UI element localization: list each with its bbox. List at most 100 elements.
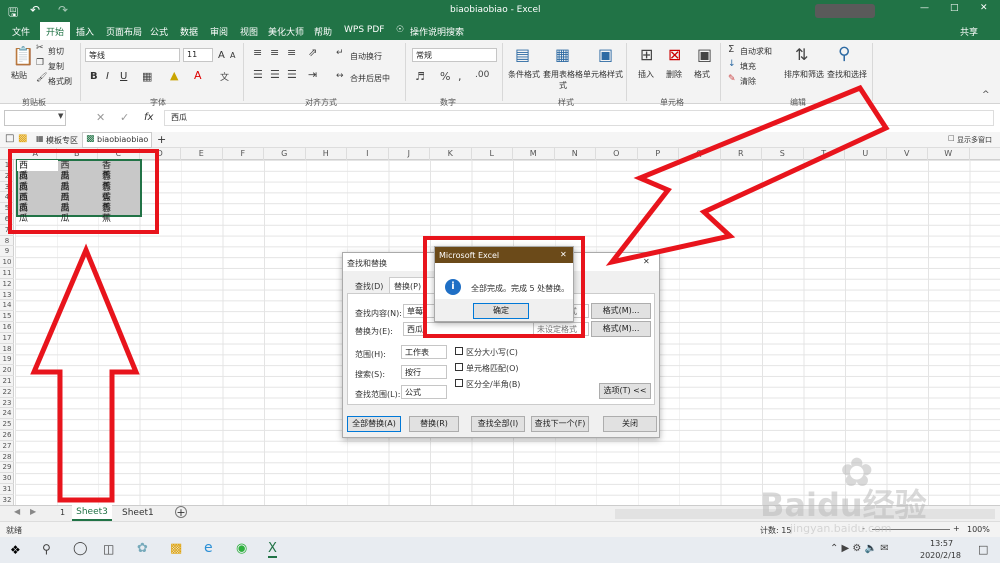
currency-icon[interactable]: ♬ [415, 70, 425, 83]
tab-replace[interactable]: 替换(P) [389, 277, 435, 293]
excel-taskbar-icon[interactable]: X [268, 541, 277, 558]
pinned-app-icon[interactable]: ✿ [137, 541, 148, 556]
comma-icon[interactable]: , [458, 70, 462, 83]
clock-date[interactable]: 2020/2/18 [920, 551, 961, 560]
fill-icon[interactable]: ↓ [728, 59, 736, 69]
cell-B2[interactable]: 西瓜 [59, 172, 70, 192]
match-case-checkbox[interactable] [455, 347, 463, 355]
number-format-select[interactable]: 常规 [412, 48, 497, 62]
user-avatar[interactable] [815, 4, 875, 18]
name-box-dropdown-icon[interactable]: ▼ [58, 112, 63, 120]
row-header-18[interactable]: 18 [0, 344, 14, 355]
row-header-30[interactable]: 30 [0, 473, 14, 484]
workbook-file-tab[interactable]: ▩ biaobiaobiao [82, 132, 152, 148]
tell-me-search[interactable]: 操作说明搜索 [410, 25, 464, 38]
multi-window-button[interactable]: 显示多窗口 [957, 135, 992, 145]
sheet-next-icon[interactable]: ▶ [30, 507, 36, 516]
enter-icon[interactable]: ✓ [120, 111, 129, 124]
align-right-icon[interactable]: ☰ [287, 68, 297, 81]
sheet-tab-hidden[interactable]: 1 [60, 508, 65, 517]
replace-button[interactable]: 替换(R) [409, 416, 459, 432]
row-header-24[interactable]: 24 [0, 408, 14, 420]
row-header-1[interactable]: 1 [0, 160, 14, 171]
column-header-O[interactable]: O [596, 148, 638, 160]
cell-C5[interactable]: 香蕉 [100, 204, 111, 224]
align-bottom-icon[interactable]: ≡ [287, 46, 296, 59]
row-header-25[interactable]: 25 [0, 419, 14, 430]
find-format-button[interactable]: 格式(M)... [591, 303, 651, 319]
format-cells-icon[interactable]: ▣ [697, 45, 712, 64]
grow-font-button[interactable]: A [218, 50, 225, 61]
tab-find[interactable]: 查找(D) [355, 281, 383, 292]
row-header-31[interactable]: 31 [0, 484, 14, 495]
tab-view[interactable]: 视图 [240, 25, 258, 38]
task-view-icon[interactable]: ◫ [103, 542, 114, 556]
row-header-9[interactable]: 9 [0, 246, 14, 258]
copy-button[interactable]: 复制 [48, 61, 64, 72]
orientation-icon[interactable]: ⇗ [308, 46, 317, 59]
underline-button[interactable]: U [120, 71, 127, 82]
minimize-icon[interactable]: — [920, 3, 929, 13]
percent-icon[interactable]: % [440, 70, 450, 83]
column-header-J[interactable]: J [389, 148, 430, 160]
column-header-W[interactable]: W [928, 148, 970, 160]
merge-center-button[interactable]: 合并后居中 [350, 73, 390, 84]
sheet-tab-other[interactable]: Sheet1 [122, 508, 154, 518]
insert-function-button[interactable]: fx [144, 112, 153, 123]
row-header-22[interactable]: 22 [0, 387, 14, 398]
row-header-7[interactable]: 7 [0, 225, 14, 236]
match-width-checkbox[interactable] [455, 379, 463, 387]
redo-icon[interactable]: ↷ [58, 3, 68, 17]
match-cell-checkbox[interactable] [455, 363, 463, 371]
cut-icon[interactable]: ✂ [36, 43, 44, 53]
paste-icon[interactable]: 📋 [12, 46, 34, 67]
row-header-17[interactable]: 17 [0, 333, 14, 344]
font-size-select[interactable]: 11 [183, 48, 213, 62]
find-select-icon[interactable]: ⚲ [838, 44, 850, 64]
formula-input[interactable]: 西瓜 [164, 110, 994, 126]
sort-filter-icon[interactable]: ⇅ [795, 45, 808, 64]
wrap-text-icon[interactable]: ↵ [336, 48, 344, 58]
merge-icon[interactable]: ↔ [336, 71, 344, 81]
row-header-10[interactable]: 10 [0, 257, 14, 268]
column-header-Q[interactable]: Q [679, 148, 721, 160]
close-icon[interactable]: ✕ [980, 3, 988, 13]
column-header-G[interactable]: G [264, 148, 306, 160]
scope-select[interactable]: 工作表 [401, 345, 447, 359]
row-header-27[interactable]: 27 [0, 441, 14, 452]
tab-beautify[interactable]: 美化大师 [268, 25, 304, 38]
tab-formulas[interactable]: 公式 [150, 25, 168, 38]
tab-wps-pdf[interactable]: WPS PDF [344, 25, 384, 35]
column-header-U[interactable]: U [845, 148, 887, 160]
phonetic-icon[interactable]: 文 [220, 70, 229, 83]
ie-browser-icon[interactable]: e [204, 540, 213, 556]
close-button[interactable]: 关闭 [603, 416, 657, 432]
cancel-icon[interactable]: ✕ [96, 111, 105, 124]
column-header-E[interactable]: E [181, 148, 223, 160]
fill-color-icon[interactable]: ▲ [170, 69, 178, 82]
cell-A1[interactable]: 西瓜 [17, 161, 28, 181]
row-header-20[interactable]: 20 [0, 365, 14, 376]
clear-icon[interactable]: ✎ [728, 74, 736, 84]
column-header-K[interactable]: K [430, 148, 472, 160]
cell-A3[interactable]: 西瓜 [17, 183, 28, 203]
delete-cells-button[interactable]: 删除 [666, 69, 682, 80]
find-replace-close-icon[interactable]: ✕ [643, 257, 650, 266]
column-header-N[interactable]: N [555, 148, 596, 160]
format-painter-button[interactable]: 格式刷 [48, 76, 72, 87]
conditional-format-button[interactable]: 条件格式 [508, 69, 540, 80]
tab-insert[interactable]: 插入 [76, 25, 94, 38]
look-in-select[interactable]: 公式 [401, 385, 447, 399]
border-icon[interactable]: ▦ [142, 70, 152, 83]
column-header-P[interactable]: P [638, 148, 679, 160]
row-header-28[interactable]: 28 [0, 452, 14, 463]
cell-B4[interactable]: 西瓜 [59, 193, 70, 213]
new-file-icon[interactable]: □ [5, 133, 14, 144]
row-header-14[interactable]: 14 [0, 300, 14, 312]
cell-A5[interactable]: 西瓜 [17, 204, 28, 224]
row-header-6[interactable]: 6 [0, 214, 14, 225]
align-middle-icon[interactable]: ≡ [270, 46, 279, 59]
cell-B1[interactable]: 西瓜 [59, 161, 70, 181]
tab-help[interactable]: 帮助 [314, 25, 332, 38]
share-button[interactable]: 共享 [960, 25, 978, 38]
